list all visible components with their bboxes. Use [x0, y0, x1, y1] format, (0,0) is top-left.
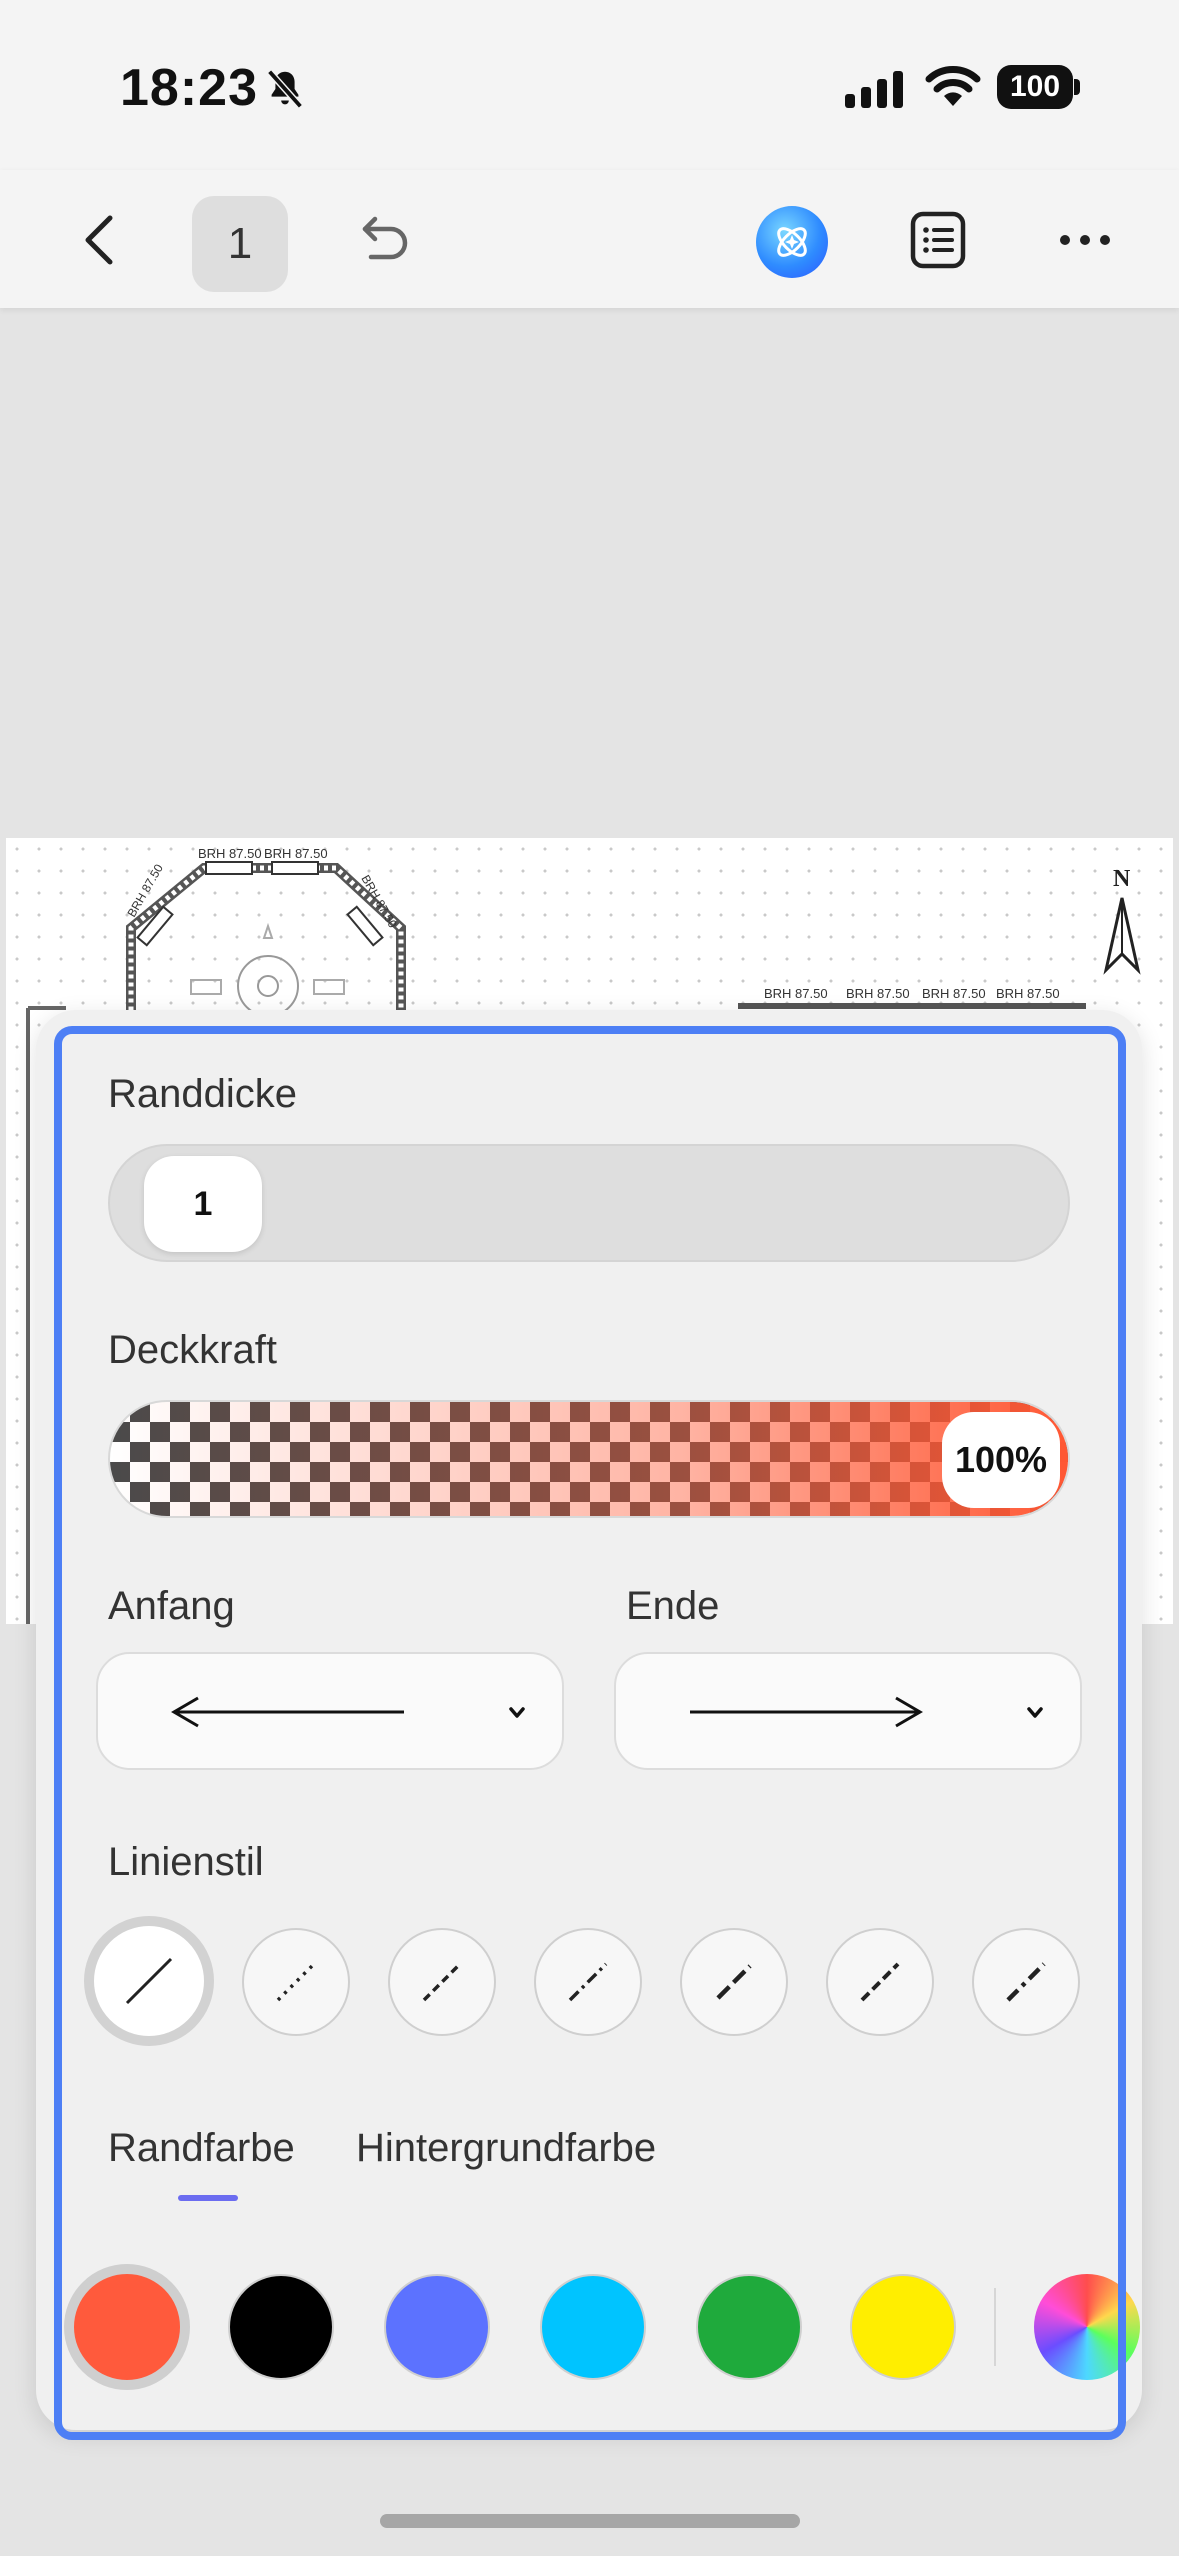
- ai-assistant-button[interactable]: [756, 206, 828, 278]
- short-dash-line-icon: [422, 1962, 462, 2002]
- wifi-icon: [925, 66, 981, 106]
- swatch-divider: [994, 2288, 996, 2366]
- border-width-slider[interactable]: 1: [108, 1144, 1070, 1262]
- chevron-down-icon: [1027, 1707, 1043, 1718]
- page-number-button[interactable]: 1: [192, 196, 288, 292]
- plan-label: BRH 87.50: [198, 846, 262, 861]
- more-button[interactable]: [1045, 200, 1125, 280]
- opacity-gradient: [110, 1402, 1068, 1516]
- plan-label: BRH 87.50: [264, 846, 328, 861]
- line-end-select[interactable]: [614, 1652, 1082, 1770]
- line-end-label: Ende: [626, 1584, 720, 1628]
- active-tab-indicator: [178, 2195, 238, 2201]
- plan-label: BRH 87.50: [996, 986, 1060, 1001]
- arrow-left-line-icon: [171, 1696, 404, 1728]
- line-style-dotted[interactable]: [242, 1928, 350, 2036]
- line-style-label: Linienstil: [108, 1840, 264, 1884]
- tab-background-color[interactable]: Hintergrundfarbe: [356, 2126, 656, 2171]
- line-style-dash-dot[interactable]: [534, 1928, 642, 2036]
- color-swatch-green[interactable]: [696, 2274, 802, 2380]
- more-icon: [1060, 235, 1110, 245]
- color-swatch-blue[interactable]: [384, 2274, 490, 2380]
- custom-color-picker[interactable]: [1034, 2274, 1140, 2380]
- plan-label: BRH 87.50: [922, 986, 986, 1001]
- undo-button[interactable]: [345, 200, 425, 280]
- opacity-slider[interactable]: 100%: [108, 1400, 1070, 1518]
- line-style-solid[interactable]: [84, 1916, 214, 2046]
- line-style-short-dash[interactable]: [388, 1928, 496, 2036]
- plan-label: BRH 87.50: [846, 986, 910, 1001]
- status-bar: 18:23 100: [0, 0, 1179, 170]
- back-button[interactable]: [60, 200, 140, 280]
- chevron-left-icon: [85, 215, 113, 265]
- color-swatches: [36, 2250, 1142, 2400]
- cellular-signal-icon: [845, 71, 903, 108]
- line-start-label: Anfang: [108, 1584, 235, 1628]
- color-swatch-cyan[interactable]: [540, 2274, 646, 2380]
- plan-label: BRH 87.50: [764, 986, 828, 1001]
- line-start-select[interactable]: [96, 1652, 564, 1770]
- border-width-thumb[interactable]: 1: [144, 1156, 262, 1252]
- undo-icon: [362, 216, 408, 260]
- long-dash-line-icon: [716, 1964, 752, 2000]
- status-time: 18:23: [120, 59, 258, 117]
- north-label: N: [1113, 866, 1131, 892]
- outline-list-button[interactable]: [898, 200, 978, 280]
- ai-assistant-icon: [777, 227, 807, 257]
- line-style-dash[interactable]: [826, 1928, 934, 2036]
- home-indicator[interactable]: [380, 2514, 800, 2528]
- list-icon: [910, 211, 966, 269]
- opacity-label: Deckkraft: [108, 1328, 277, 1372]
- dash-long-gap-line-icon: [1006, 1962, 1046, 2002]
- dash-line-icon: [860, 1962, 900, 2002]
- color-swatch-black[interactable]: [228, 2274, 334, 2380]
- color-swatch-orange[interactable]: [64, 2264, 190, 2390]
- top-toolbar: 1: [0, 170, 1179, 308]
- battery-tip: [1074, 79, 1080, 95]
- bell-slash-icon: [267, 69, 303, 109]
- arrow-right-line-icon: [690, 1696, 923, 1728]
- line-style-long-dash[interactable]: [680, 1928, 788, 2036]
- battery-icon: 100: [997, 65, 1081, 109]
- color-swatch-yellow[interactable]: [850, 2274, 956, 2380]
- dash-dot-line-icon: [568, 1962, 608, 2002]
- line-format-panel: Randdicke 1 Deckkraft 100% Anfang Ende L…: [36, 1010, 1142, 2430]
- battery-level: 100: [997, 65, 1073, 109]
- chevron-down-icon: [509, 1707, 525, 1718]
- solid-line-icon: [125, 1957, 173, 2005]
- border-width-label: Randdicke: [108, 1072, 298, 1116]
- dotted-line-icon: [276, 1962, 316, 2002]
- tab-border-color[interactable]: Randfarbe: [108, 2126, 295, 2171]
- line-style-options: [84, 1916, 1104, 2046]
- line-style-dash-long-gap[interactable]: [972, 1928, 1080, 2036]
- opacity-thumb[interactable]: 100%: [942, 1412, 1060, 1508]
